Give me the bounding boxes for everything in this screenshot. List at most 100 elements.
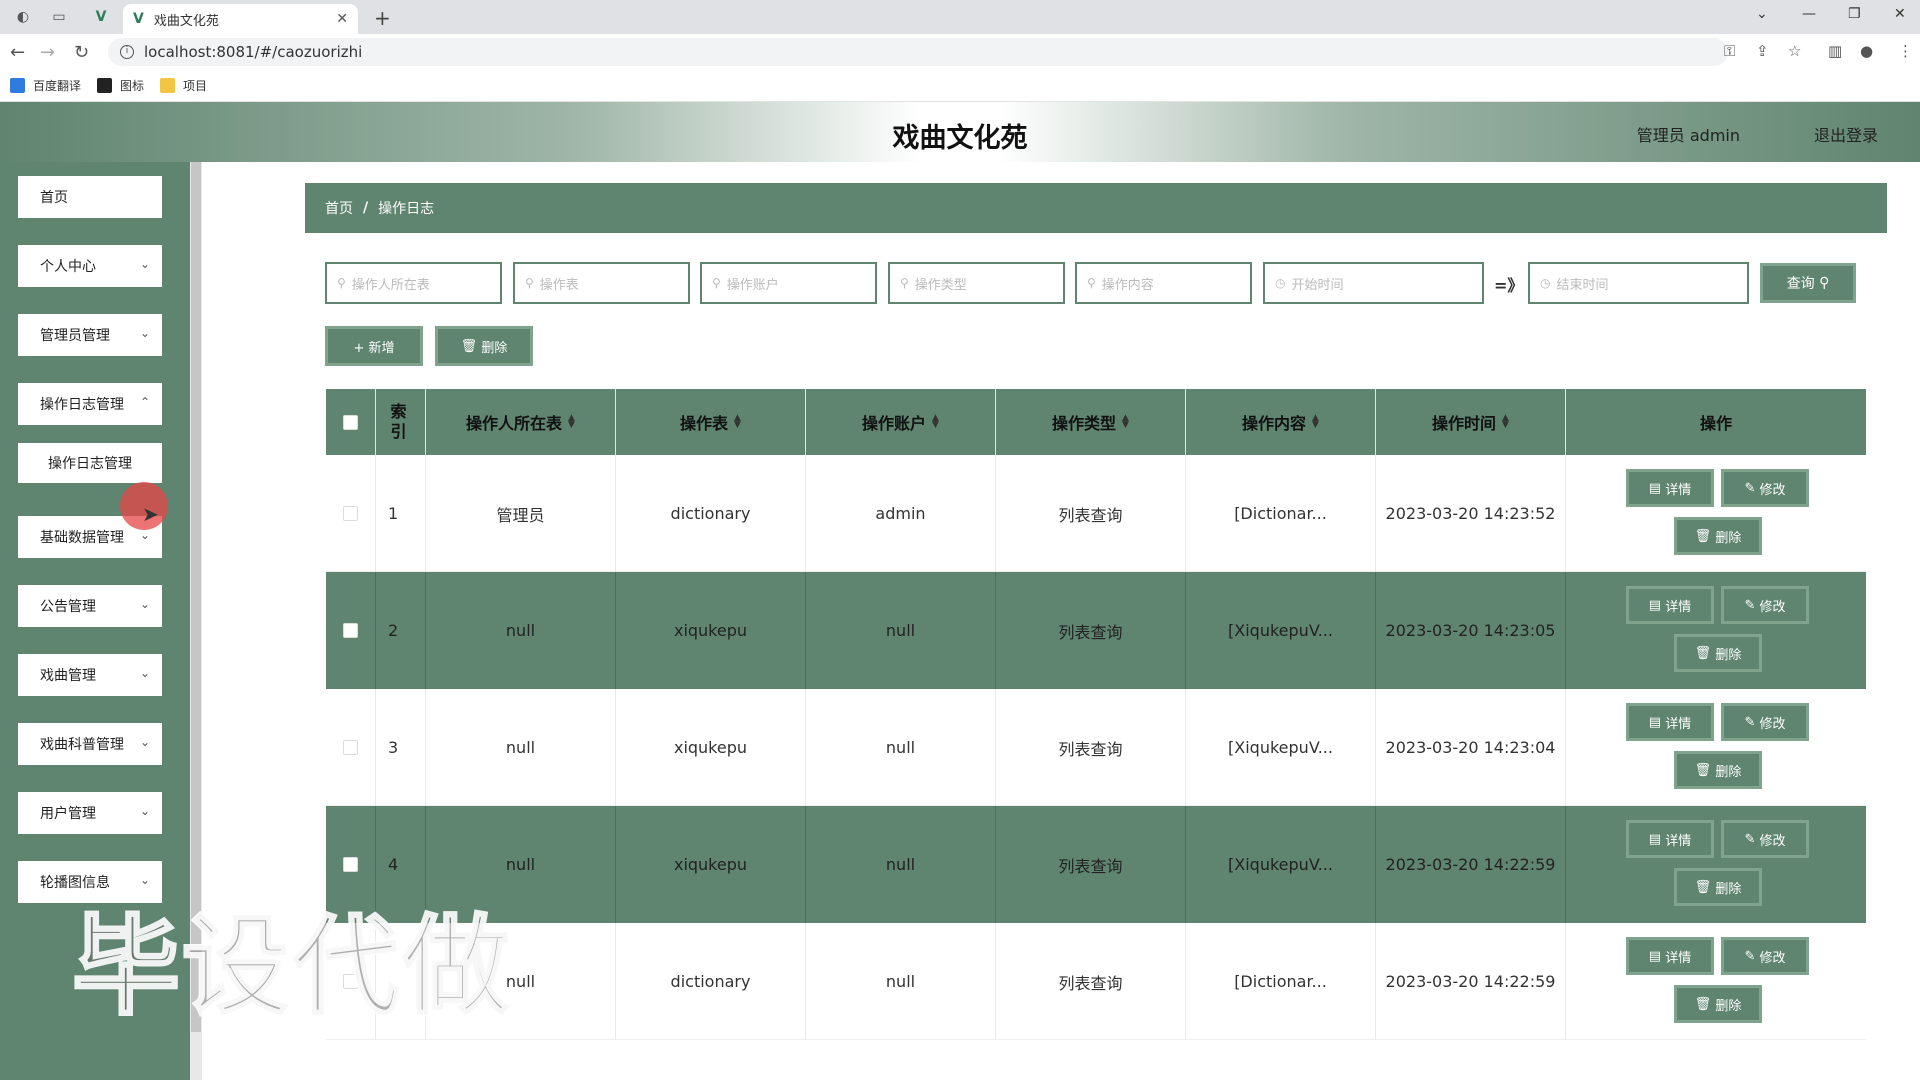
delete-button[interactable]: 🗑 删除 [1674,751,1762,789]
search-op-type-input[interactable]: ⚲ 操作类型 [888,262,1065,304]
cell-op-table: xiqukepu [616,572,806,689]
header-account[interactable]: 操作账户 ▲ ▼ [806,389,996,455]
edit-button[interactable]: ✎ 修改 [1721,937,1809,975]
row-checkbox[interactable] [343,506,358,521]
search-user-table-input[interactable]: ⚲ 操作人所在表 [325,262,502,304]
sidebar-item-notice[interactable]: 公告管理 ⌄ [18,585,166,631]
delete-icon: 🗑 [1694,762,1716,778]
cell-content: [XiqukepuV... [1186,689,1376,806]
header-content[interactable]: 操作内容 ▲ ▼ [1186,389,1376,455]
detail-button[interactable]: ▤ 详情 [1626,703,1714,741]
key-icon[interactable]: ⚿ [1724,42,1735,60]
edit-button[interactable]: ✎ 修改 [1721,820,1809,858]
row-checkbox[interactable] [343,857,358,872]
search-content-input[interactable]: ⚲ 操作内容 [1075,262,1252,304]
start-time-input[interactable]: ◷ 开始时间 [1263,262,1484,304]
share-icon[interactable]: ⇪ [1756,42,1769,60]
close-icon[interactable]: ✕ [336,11,348,27]
vue-icon[interactable]: V [92,8,110,26]
row-checkbox[interactable] [343,740,358,755]
cell-actions: ▤ 详情 ✎ 修改 🗑 删除 [1566,455,1866,572]
delete-icon: 🗑 [1694,645,1716,661]
back-icon[interactable]: ← [10,42,25,63]
cell-actions: ▤ 详情 ✎ 修改 🗑 删除 [1566,689,1866,806]
sort-icon: ▲ ▼ [932,413,939,430]
sort-icon: ▲ ▼ [1502,413,1509,430]
table-row: 2 null xiqukepu null 列表查询 [XiqukepuV... 2023-0… [326,572,1866,689]
table-header: 索引 操作人所在表 ▲ ▼ 操作表 ▲ ▼ 操作账户 ▲ ▼ 操作类型 ▲ ▼ 操作内容 ▲ ▼ 操… [326,389,1866,455]
url-field[interactable]: i localhost:8081/#/caozuorizhi [108,38,1728,66]
sidebar-item-personal[interactable]: 个人中心 ⌄ [18,245,166,291]
menu-icon[interactable]: ⋮ [1898,42,1913,60]
browser-tab[interactable]: V 戏曲文化苑 ✕ [123,4,358,34]
search-op-table-input[interactable]: ⚲ 操作表 [513,262,690,304]
url-text: localhost:8081/#/caozuorizhi [144,43,363,61]
sidebar-item-home[interactable]: 首页 [18,176,166,222]
delete-button[interactable]: 🗑 删除 [1674,985,1762,1023]
detail-icon: ▤ [1648,831,1666,847]
edit-button[interactable]: ✎ 修改 [1721,703,1809,741]
sidebar-item-opera-science[interactable]: 戏曲科普管理 ⌄ [18,723,166,769]
close-window-icon[interactable]: ✕ [1894,6,1906,22]
trash-icon: 🗑 [460,338,478,354]
sidebar-subitem-oplog[interactable]: 操作日志管理 [18,443,166,487]
batch-delete-button[interactable]: 🗑 删除 [435,326,533,366]
delete-button[interactable]: 🗑 删除 [1674,868,1762,906]
info-icon[interactable]: i [120,45,134,59]
sidebar-item-users[interactable]: 用户管理 ⌄ [18,792,166,838]
sidebar-item-oplog[interactable]: 操作日志管理 ⌃ [18,383,166,429]
minimize-icon[interactable]: — [1802,6,1816,22]
header-time[interactable]: 操作时间 ▲ ▼ [1376,389,1566,455]
cell-time: 2023-03-20 14:23:05 [1376,572,1566,689]
end-time-input[interactable]: ◷ 结束时间 [1528,262,1749,304]
reload-icon[interactable]: ↻ [74,42,89,63]
edit-icon: ✎ [1744,714,1760,730]
detail-button[interactable]: ▤ 详情 [1626,469,1714,507]
logout-button[interactable]: 退出登录 [1814,122,1878,146]
breadcrumb-current: 操作日志 [378,201,435,217]
sort-icon: ▲ ▼ [734,413,741,430]
detail-button[interactable]: ▤ 详情 [1626,937,1714,975]
select-all-checkbox[interactable] [343,414,358,430]
star-icon[interactable]: ☆ [1788,42,1801,60]
add-button[interactable]: + 新增 [325,326,423,366]
header-user-table[interactable]: 操作人所在表 ▲ ▼ [426,389,616,455]
search-account-input[interactable]: ⚲ 操作账户 [700,262,877,304]
detail-button[interactable]: ▤ 详情 [1626,820,1714,858]
delete-button[interactable]: 🗑 删除 [1674,634,1762,672]
breadcrumb: 首页 / 操作日志 [305,183,1887,233]
chevron-down-icon[interactable]: ⌄ [1756,6,1768,22]
edit-button[interactable]: ✎ 修改 [1721,469,1809,507]
profile-icon[interactable]: ◐ [14,8,32,26]
avatar[interactable]: ● [1860,42,1873,60]
edit-button[interactable]: ✎ 修改 [1721,586,1809,624]
query-button[interactable]: 查询 ⚲ [1760,263,1856,303]
cell-time: 2023-03-20 14:23:52 [1376,455,1566,572]
sidepanel-icon[interactable]: ▥ [1828,42,1842,60]
detail-button[interactable]: ▤ 详情 [1626,586,1714,624]
cell-select [326,572,376,689]
bookmark-item[interactable]: 图标 [97,77,144,94]
address-bar: ← → ↻ i localhost:8081/#/caozuorizhi [0,34,1920,70]
bookmark-item[interactable]: 项目 [160,77,207,94]
table-row: 3 null xiqukepu null 列表查询 [XiqukepuV... 2023-0… [326,689,1866,806]
cell-actions: ▤ 详情 ✎ 修改 🗑 删除 [1566,572,1866,689]
tab-icon[interactable]: ▭ [50,8,68,26]
sidebar-item-opera[interactable]: 戏曲管理 ⌄ [18,654,166,700]
delete-button[interactable]: 🗑 删除 [1674,517,1762,555]
sort-icon: ▲ ▼ [1122,413,1129,430]
restore-icon[interactable]: ❐ [1848,6,1861,22]
header-op-table[interactable]: 操作表 ▲ ▼ [616,389,806,455]
translate-icon [10,78,25,93]
chevron-down-icon: ⌄ [139,326,150,340]
bookmark-item[interactable]: 百度翻译 [10,77,81,94]
row-checkbox[interactable] [343,623,358,638]
forward-icon[interactable]: → [40,42,55,63]
cell-user-table: 管理员 [426,455,616,572]
breadcrumb-home[interactable]: 首页 [325,198,353,218]
new-tab-button[interactable]: + [374,6,391,30]
cell-type: 列表查询 [996,572,1186,689]
header-type[interactable]: 操作类型 ▲ ▼ [996,389,1186,455]
search-icon: ⚲ [900,276,909,290]
sidebar-item-admin[interactable]: 管理员管理 ⌄ [18,314,166,360]
